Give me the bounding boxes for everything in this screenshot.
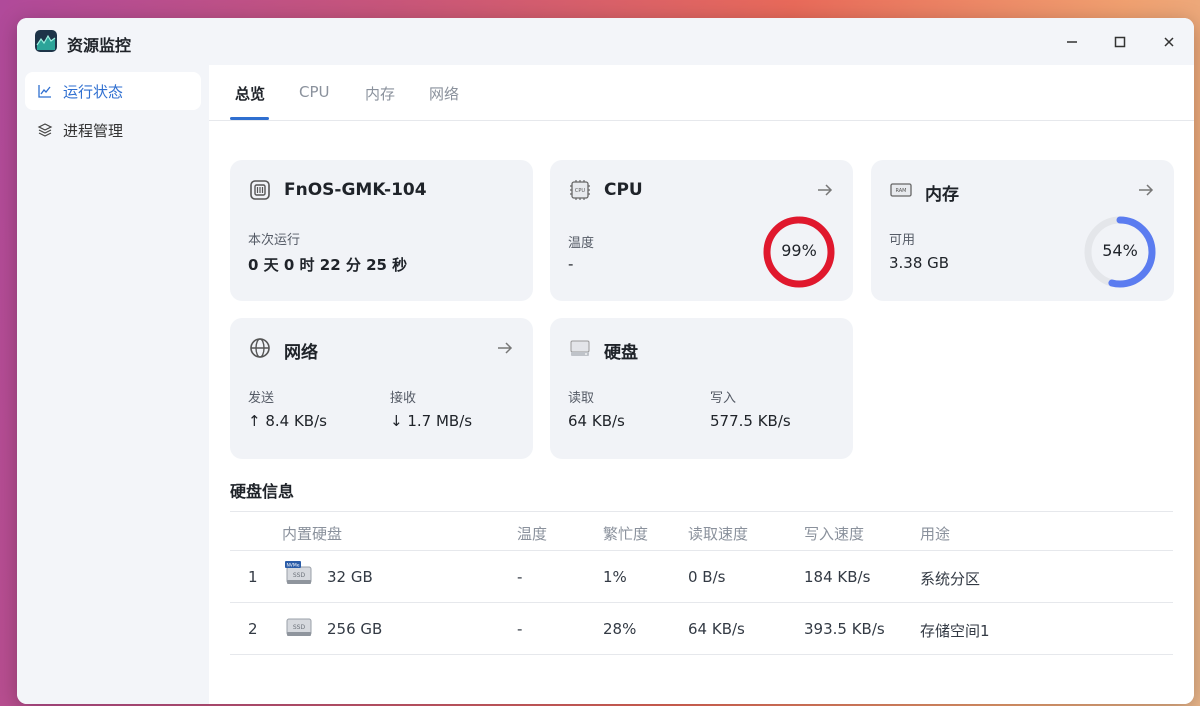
window-title: 资源监控: [67, 36, 132, 55]
sidebar-item-status[interactable]: 运行状态: [25, 72, 201, 110]
ssd-icon: SSD NVMe: [285, 561, 312, 584]
layers-icon: [37, 123, 53, 137]
globe-icon: [250, 338, 270, 358]
svg-text:RAM: RAM: [895, 188, 906, 194]
system-card: FnOS-GMK-104 本次运行 0 天 0 时 22 分 25 秒: [230, 160, 533, 301]
column-header: 温度: [517, 525, 548, 543]
tab-overview[interactable]: 总览: [235, 83, 265, 119]
uptime-label: 本次运行: [248, 233, 301, 248]
close-button[interactable]: [1157, 30, 1181, 54]
disk-capacity: 256 GB: [327, 620, 383, 638]
title-bar: 资源监控: [17, 18, 1194, 65]
table-row[interactable]: 2 SSD 256 GB - 28% 64 KB/s 393.5 KB/s 存储…: [230, 603, 1173, 655]
disk-read-value: 64 KB/s: [568, 412, 625, 430]
cpu-icon: CPU: [570, 180, 590, 200]
sidebar-item-label: 运行状态: [63, 82, 124, 101]
table-row[interactable]: 1 SSD NVMe 32 GB - 1% 0 B/s 184 KB/s 系统分…: [230, 551, 1173, 603]
svg-text:SSD: SSD: [293, 572, 306, 579]
arrow-right-icon[interactable]: [495, 338, 515, 358]
cpu-usage-ring: 99%: [761, 214, 837, 290]
disk-read-label: 读取: [568, 391, 595, 406]
disk-busy: 1%: [603, 568, 627, 586]
close-icon: [1164, 37, 1174, 47]
memory-available-value: 3.38 GB: [889, 254, 950, 272]
maximize-icon: [1114, 36, 1126, 48]
network-send-value: ↑ 8.4 KB/s: [248, 412, 327, 430]
network-receive-label: 接收: [390, 391, 417, 406]
disk-temperature: -: [517, 620, 523, 638]
cpu-temp-value: -: [568, 255, 574, 273]
maximize-button[interactable]: [1108, 30, 1132, 54]
app-window: 资源监控 运行状态 进程管理 总览 CPU 内存 网络 FnOS-GMK-104…: [17, 18, 1194, 704]
disk-temperature: -: [517, 568, 523, 586]
disk-busy: 28%: [603, 620, 637, 638]
svg-text:CPU: CPU: [575, 188, 586, 194]
network-send-label: 发送: [248, 391, 275, 406]
memory-card[interactable]: RAM 内存 可用 3.38 GB 54%: [871, 160, 1174, 301]
column-header: 内置硬盘: [282, 525, 343, 543]
cpu-card[interactable]: CPU CPU 温度 - 99%: [550, 160, 853, 301]
cpu-title: CPU: [604, 180, 643, 200]
sidebar: 运行状态 进程管理: [17, 65, 209, 704]
row-index: 2: [248, 620, 258, 638]
network-receive-value: ↓ 1.7 MB/s: [390, 412, 473, 430]
disk-info-title: 硬盘信息: [230, 482, 295, 501]
disk-read-speed: 0 B/s: [688, 568, 726, 586]
disk-usage: 存储空间1: [920, 622, 990, 640]
ram-icon: RAM: [890, 183, 912, 197]
tab-memory[interactable]: 内存: [365, 83, 395, 119]
column-header: 用途: [920, 525, 951, 543]
uptime-value: 0 天 0 时 22 分 25 秒: [248, 256, 408, 274]
hostname: FnOS-GMK-104: [284, 180, 427, 200]
nvme-badge: NVMe: [286, 563, 299, 569]
minimize-icon: [1067, 41, 1077, 43]
disk-usage: 系统分区: [920, 570, 981, 588]
ssd-icon: SSD: [286, 618, 312, 636]
tab-bar: 总览 CPU 内存 网络: [209, 65, 1194, 121]
memory-available-label: 可用: [889, 233, 916, 248]
memory-usage-ring: 54%: [1082, 214, 1158, 290]
table-header: 内置硬盘 温度 繁忙度 读取速度 写入速度 用途: [230, 511, 1173, 551]
memory-title: 内存: [925, 185, 959, 205]
sidebar-item-processes[interactable]: 进程管理: [25, 111, 201, 149]
row-index: 1: [248, 568, 258, 586]
disk-write-speed: 393.5 KB/s: [804, 620, 885, 638]
disk-capacity: 32 GB: [327, 568, 373, 586]
main-content: 总览 CPU 内存 网络 FnOS-GMK-104 本次运行 0 天 0 时 2…: [209, 65, 1194, 704]
chip-icon: [250, 180, 270, 200]
disk-write-speed: 184 KB/s: [804, 568, 871, 586]
disk-info-table: 内置硬盘 温度 繁忙度 读取速度 写入速度 用途 1 SSD NVMe 32 G…: [230, 511, 1173, 655]
disk-write-value: 577.5 KB/s: [710, 412, 791, 430]
column-header: 写入速度: [804, 525, 865, 543]
disk-card: 硬盘 读取 64 KB/s 写入 577.5 KB/s: [550, 318, 853, 459]
network-card[interactable]: 网络 发送 ↑ 8.4 KB/s 接收 ↓ 1.7 MB/s: [230, 318, 533, 459]
memory-usage-value: 54%: [1102, 241, 1138, 260]
tab-cpu[interactable]: CPU: [299, 83, 330, 119]
svg-text:SSD: SSD: [293, 624, 306, 631]
minimize-button[interactable]: [1060, 30, 1084, 54]
disk-read-speed: 64 KB/s: [688, 620, 745, 638]
active-tab-indicator: [230, 117, 269, 120]
network-title: 网络: [284, 343, 318, 363]
column-header: 繁忙度: [603, 525, 649, 543]
arrow-right-icon[interactable]: [1136, 180, 1156, 200]
resource-monitor-app-icon: [35, 30, 57, 52]
line-chart-icon: [38, 85, 51, 98]
hard-drive-icon: [570, 340, 590, 356]
disk-write-label: 写入: [710, 391, 737, 406]
tab-network[interactable]: 网络: [429, 83, 459, 119]
arrow-right-icon[interactable]: [815, 180, 835, 200]
cpu-usage-value: 99%: [781, 241, 817, 260]
disk-title: 硬盘: [604, 343, 638, 363]
sidebar-item-label: 进程管理: [63, 121, 124, 140]
column-header: 读取速度: [688, 525, 749, 543]
cpu-temp-label: 温度: [568, 236, 595, 251]
